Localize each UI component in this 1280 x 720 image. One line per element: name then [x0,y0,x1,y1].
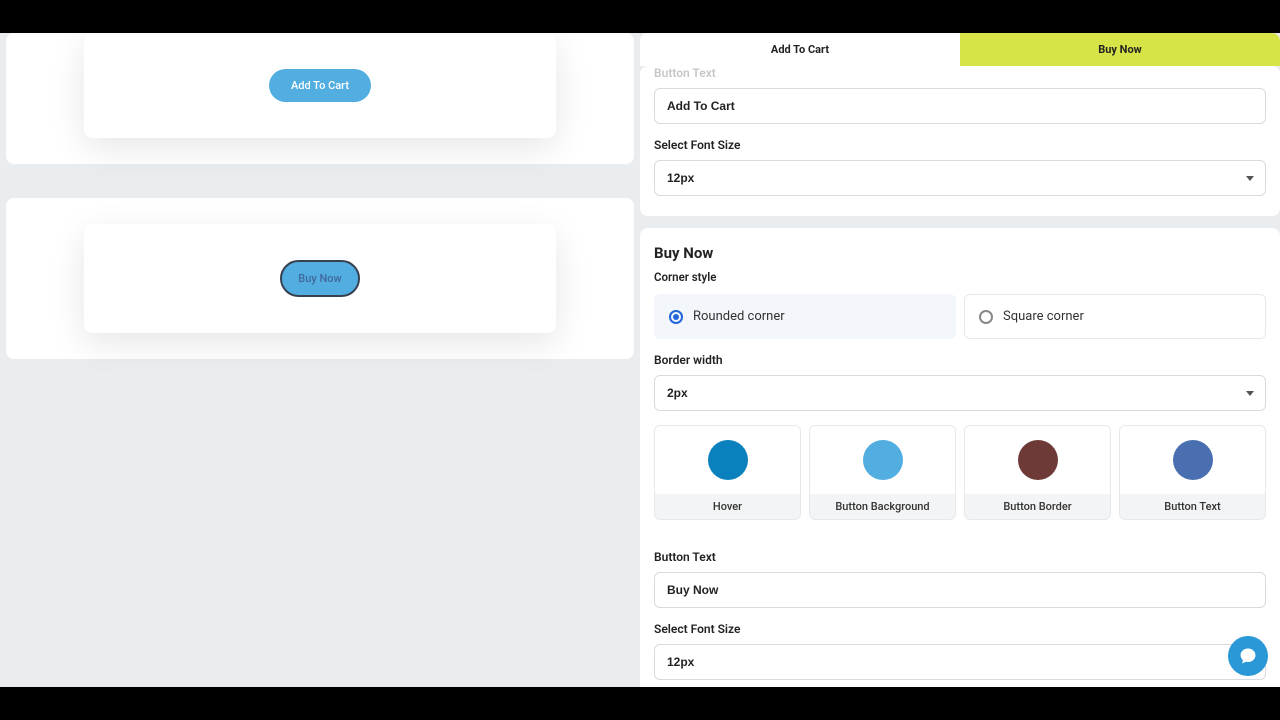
preview-inner: Buy Now [84,224,556,333]
radio-off-icon [979,310,993,324]
swatch-label: Button Text [1120,494,1265,519]
swatch-label: Button Border [965,494,1110,519]
swatch-circle [708,440,748,480]
chat-fab[interactable] [1228,636,1268,676]
preview-inner: Add To Cart [84,33,556,138]
radio-on-icon [669,310,683,324]
section-title-buy-now: Buy Now [654,228,1266,262]
swatch-circle [863,440,903,480]
chat-icon [1238,646,1258,666]
swatch-circle [1173,440,1213,480]
field-label-border-width: Border width [654,353,1266,367]
field-label-corner-style: Corner style [654,270,1266,284]
tab-add-to-cart[interactable]: Add To Cart [640,33,960,66]
panel-add-to-cart: Button Text Select Font Size 12px [640,66,1280,216]
swatch-background[interactable]: Button Background [809,425,956,520]
swatch-hover[interactable]: Hover [654,425,801,520]
panel-tabs: Add To Cart Buy Now [640,33,1280,66]
panel-buy-now: Buy Now Corner style Rounded corner Squa… [640,228,1280,687]
swatch-circle [1018,440,1058,480]
field-label-button-text-buy: Button Text [654,550,1266,564]
radio-label: Square corner [1003,309,1084,324]
swatch-border[interactable]: Button Border [964,425,1111,520]
font-size-select-buy[interactable]: 12px [654,644,1266,680]
border-width-select[interactable]: 2px [654,375,1266,411]
button-text-input-buy[interactable] [654,572,1266,608]
swatch-text[interactable]: Button Text [1119,425,1266,520]
field-label-font-size-buy: Select Font Size [654,622,1266,636]
font-size-select-atc[interactable]: 12px [654,160,1266,196]
color-swatches: Hover Button Background Button Border Bu… [654,425,1266,520]
button-text-input-atc[interactable] [654,88,1266,124]
preview-buy-now-button[interactable]: Buy Now [280,260,359,297]
radio-rounded-corner[interactable]: Rounded corner [654,294,956,339]
swatch-label: Hover [655,494,800,519]
corner-style-radio-group: Rounded corner Square corner [654,294,1266,339]
swatch-label: Button Background [810,494,955,519]
radio-label: Rounded corner [693,309,785,324]
preview-add-to-cart-button[interactable]: Add To Cart [269,69,371,102]
preview-card-add-to-cart: Add To Cart [6,33,634,164]
field-label-button-text: Button Text [654,66,1266,80]
tab-buy-now[interactable]: Buy Now [960,33,1280,66]
preview-card-buy-now: Buy Now [6,198,634,359]
field-label-font-size-atc: Select Font Size [654,138,1266,152]
radio-square-corner[interactable]: Square corner [964,294,1266,339]
